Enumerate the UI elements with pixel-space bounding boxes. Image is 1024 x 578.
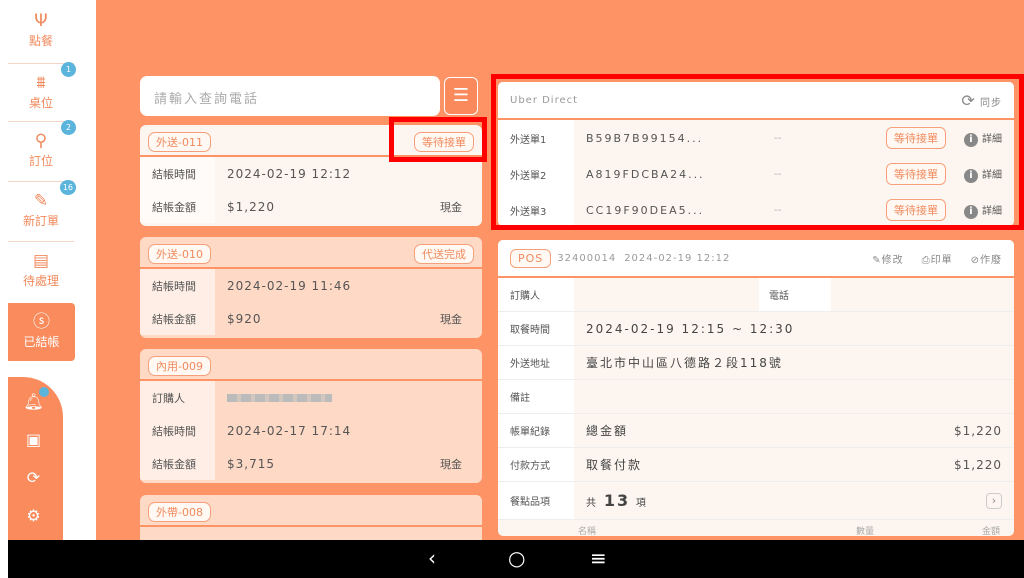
nav-label: 新訂單 xyxy=(23,214,59,228)
sidebar-item-tables[interactable]: 1⩩桌位 xyxy=(8,66,74,122)
col-amount: 金額 xyxy=(982,524,1000,536)
row-label: 結帳金額 xyxy=(140,302,215,335)
col-name: 名稱 xyxy=(578,524,596,536)
nav-label: 桌位 xyxy=(29,96,53,110)
row-label: 結帳時間 xyxy=(140,157,215,190)
order-tag: 外帶-008 xyxy=(148,502,211,522)
phone-search-input[interactable]: 請輸入查詢電話 xyxy=(140,76,440,116)
items-suffix: 項 xyxy=(636,498,648,509)
filter-button[interactable]: ☰ xyxy=(444,77,478,115)
print-label: 印單 xyxy=(931,255,953,266)
sliders-icon: ☰ xyxy=(453,85,469,106)
highlight-box xyxy=(491,74,1024,230)
row-label: 電話 xyxy=(759,278,831,311)
payment-method: 現金 xyxy=(440,311,482,327)
row-label: 訂購人 xyxy=(140,381,215,414)
edit-button[interactable]: ✎修改 xyxy=(872,251,903,266)
dollar-icon: ⓢ xyxy=(8,311,75,333)
badge: 1 xyxy=(61,62,76,77)
order-tag: 外送-011 xyxy=(148,132,211,152)
row-label: 結帳時間 xyxy=(140,414,215,447)
edit-label: 修改 xyxy=(882,255,904,266)
cash-icon[interactable]: ▣ xyxy=(4,421,63,459)
sidebar-item-checked-out[interactable]: ⓢ 已結帳 xyxy=(8,303,75,361)
buyer-name-blurred xyxy=(215,391,482,405)
pos-tag: POS xyxy=(510,249,551,268)
nav-label: 點餐 xyxy=(29,34,53,48)
sidebar-item-pending[interactable]: ▤ 待處理 xyxy=(8,250,74,300)
tool-panel: 🔔︎ ▣ ⟳ ⚙ xyxy=(8,377,63,540)
row-label: 結帳金額 xyxy=(140,447,215,480)
payment-method: 現金 xyxy=(440,456,482,472)
row-label: 結帳時間 xyxy=(140,269,215,302)
items-table-header: 名稱 數量 金額 xyxy=(498,520,1014,536)
order-time: 2024-02-19 12:12 xyxy=(624,253,730,264)
edit-icon: ✎ xyxy=(872,255,881,266)
print-button[interactable]: ⎙印單 xyxy=(922,251,953,266)
checkout-time: 2024-02-19 11:46 xyxy=(215,279,482,293)
nav-label: 待處理 xyxy=(23,274,59,288)
sidebar: Ψ 點餐 1⩩桌位 2⚲訂位 16✎新訂單 ▤ 待處理 ⓢ 已結帳 🔔︎ ▣ ⟳ ⚙ xyxy=(0,0,96,540)
badge: 2 xyxy=(61,120,76,135)
utensils-icon: Ψ xyxy=(8,10,74,32)
order-card[interactable]: 外帶-008 xyxy=(140,495,482,545)
sidebar-item-reservation[interactable]: 2⚲訂位 xyxy=(8,124,74,182)
nav-label: 已結帳 xyxy=(23,335,59,349)
checkout-time: 2024-02-17 17:14 xyxy=(215,424,482,438)
payment-method: 現金 xyxy=(440,199,482,215)
order-card[interactable]: 外送-010 代送完成 結帳時間2024-02-19 11:46 結帳金額$920… xyxy=(140,237,482,338)
order-number: 32400014 xyxy=(557,253,616,264)
pickup-time: 2024-02-19 12:15 ~ 12:30 xyxy=(574,322,1014,336)
checkout-amount: $920 xyxy=(215,312,440,326)
bell-icon[interactable]: 🔔︎ xyxy=(4,383,63,421)
col-qty: 數量 xyxy=(856,524,874,536)
badge: 16 xyxy=(60,180,76,195)
items-count: 13 xyxy=(604,491,630,510)
payment-method: 取餐付款 xyxy=(574,456,954,473)
recents-icon[interactable]: ≡ xyxy=(590,546,607,570)
row-label: 餐點品項 xyxy=(498,482,574,519)
payment-amount: $1,220 xyxy=(954,458,1014,472)
void-button[interactable]: ⊘作廢 xyxy=(971,251,1002,266)
row-label: 外送地址 xyxy=(498,346,574,379)
row-label: 備註 xyxy=(498,380,574,413)
void-icon: ⊘ xyxy=(971,255,980,266)
system-nav-bar: ‹ ○ ≡ xyxy=(8,540,1024,578)
bill-amount: $1,220 xyxy=(954,424,1014,438)
printer-icon: ⎙ xyxy=(922,255,931,266)
sidebar-item-new-order[interactable]: 16✎新訂單 xyxy=(8,184,74,242)
order-tag: 內用-009 xyxy=(148,356,211,376)
row-label: 付款方式 xyxy=(498,448,574,481)
delivery-address: 臺北市中山區八德路２段118號 xyxy=(574,354,1014,371)
highlight-box xyxy=(389,117,487,162)
clipboard-icon: ▤ xyxy=(8,250,74,272)
checkout-time: 2024-02-19 12:12 xyxy=(215,167,482,181)
checkout-amount: $3,715 xyxy=(215,457,440,471)
order-detail-panel: POS324000142024-02-19 12:12 ✎修改 ⎙印單 ⊘作廢 … xyxy=(498,240,1014,536)
row-label: 取餐時間 xyxy=(498,312,574,345)
nav-label: 訂位 xyxy=(29,154,53,168)
checkout-amount: $1,220 xyxy=(215,200,440,214)
settings-icon[interactable]: ⚙ xyxy=(4,497,63,535)
row-label: 結帳金額 xyxy=(140,190,215,223)
row-label: 帳單紀錄 xyxy=(498,414,574,447)
order-tag: 外送-010 xyxy=(148,244,211,264)
sync-icon[interactable]: ⟳ xyxy=(4,459,63,497)
sidebar-item-order[interactable]: Ψ 點餐 xyxy=(8,10,74,64)
void-label: 作廢 xyxy=(980,255,1002,266)
items-prefix: 共 xyxy=(586,498,598,509)
bill-label: 總金額 xyxy=(574,422,954,439)
order-card[interactable]: 內用-009 訂購人 結帳時間2024-02-17 17:14 結帳金額$3,7… xyxy=(140,349,482,483)
status-badge: 代送完成 xyxy=(414,244,474,264)
home-icon[interactable]: ○ xyxy=(508,546,525,570)
expand-items-button[interactable]: › xyxy=(986,493,1002,509)
row-label: 訂購人 xyxy=(498,278,574,311)
back-icon[interactable]: ‹ xyxy=(428,546,436,570)
